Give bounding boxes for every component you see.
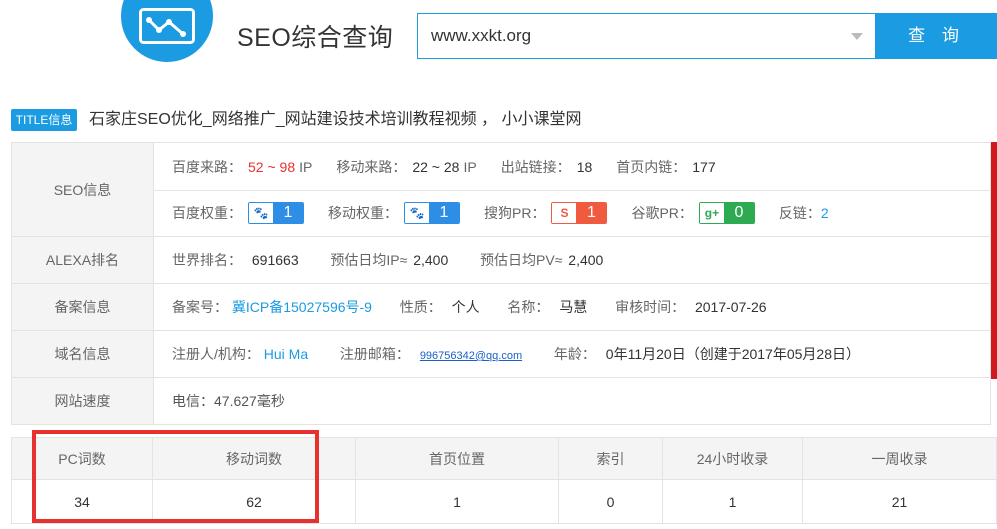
speed-label: 网站速度: [11, 377, 154, 425]
week-indexed-value: 21: [802, 479, 997, 524]
daily-ip-value: 2,400: [413, 252, 449, 268]
index-header: 索引: [558, 437, 663, 480]
mobile-weight-value: 1: [429, 203, 459, 223]
backlinks-label: 反链：: [778, 205, 821, 221]
mobile-traffic-unit: IP: [463, 158, 477, 175]
daily-ip-label: 预估日均IP≈: [330, 252, 408, 268]
search-box: [417, 13, 876, 59]
review-time-label: 审核时间：: [615, 299, 686, 315]
highlight-annotation-box: [32, 430, 319, 523]
icp-values: 备案号： 冀ICP备15027596号-9 性质： 个人 名称： 马慧 审核时间…: [153, 283, 991, 331]
sogou-pr-value: 1: [576, 203, 607, 223]
age-value: 0年11月20日（创建于2017年05月28日）: [605, 346, 860, 362]
age-label: 年龄：: [553, 346, 596, 362]
baidu-traffic-unit: IP: [299, 158, 313, 175]
world-rank-value: 691663: [251, 252, 299, 268]
mobile-weight-label: 移动权重：: [328, 205, 398, 221]
accent-bar: [991, 142, 997, 379]
mobile-weight-badge[interactable]: 🐾 1: [404, 202, 460, 224]
google-plus-icon: g+: [699, 203, 724, 223]
baidu-traffic-value: 52 ~ 98: [248, 158, 296, 175]
baidu-weight-badge[interactable]: 🐾 1: [248, 202, 304, 224]
domain-values: 注册人/机构： Hui Ma 注册邮箱： 996756342@qq.com 年龄…: [153, 330, 991, 378]
home-internal-links-value[interactable]: 177: [692, 159, 715, 175]
home-internal-links-label: 首页内链：: [616, 158, 687, 175]
baidu-weight-value: 1: [273, 203, 303, 223]
sogou-pr-label: 搜狗PR：: [484, 205, 546, 221]
backlinks-value[interactable]: 2: [821, 205, 829, 221]
seo-info-table: SEO信息 百度来路： 52 ~ 98 IP 移动来路： 22 ~ 28 IP …: [11, 142, 991, 425]
sogou-pr-badge[interactable]: S 1: [551, 202, 608, 224]
page-title-text: 石家庄SEO优化_网络推广_网站建设技术培训教程视频 ， 小小课堂网: [89, 111, 582, 128]
seo-info-label: SEO信息: [11, 142, 154, 237]
domain-label: 域名信息: [11, 330, 154, 378]
outbound-links-label: 出站链接：: [500, 158, 571, 175]
index-value: 0: [558, 479, 663, 524]
seo-info-values: 百度来路： 52 ~ 98 IP 移动来路： 22 ~ 28 IP 出站链接： …: [153, 142, 991, 237]
nature-value: 个人: [451, 299, 480, 315]
dropdown-caret-icon[interactable]: [851, 33, 863, 40]
baidu-paw-icon: 🐾: [405, 203, 429, 223]
name-value: 马慧: [559, 299, 588, 315]
speed-value: 电信：47.627毫秒: [153, 377, 991, 425]
title-info-tag: TITLE信息: [11, 109, 77, 131]
registrant-link[interactable]: Hui Ma: [264, 346, 308, 362]
world-rank-label: 世界排名：: [172, 252, 242, 268]
search-input[interactable]: [418, 14, 838, 58]
site-logo[interactable]: [121, 0, 213, 62]
google-pr-value: 0: [723, 203, 754, 223]
baidu-paw-icon: 🐾: [249, 203, 273, 223]
home-position-header: 首页位置: [355, 437, 559, 480]
icp-number-link[interactable]: 冀ICP备15027596号-9: [232, 299, 372, 315]
daily-pv-value: 2,400: [568, 252, 604, 268]
24h-indexed-header: 24小时收录: [662, 437, 803, 480]
chart-monitor-icon: [139, 8, 195, 44]
alexa-label: ALEXA排名: [11, 236, 154, 284]
mobile-traffic-value: 22 ~ 28: [412, 158, 460, 175]
home-position-value: 1: [355, 479, 559, 524]
registrant-label: 注册人/机构：: [172, 346, 260, 362]
mobile-traffic-label: 移动来路：: [336, 158, 407, 175]
24h-indexed-value: 1: [662, 479, 803, 524]
icp-number-label: 备案号：: [172, 299, 228, 315]
site-title: SEO综合查询: [237, 24, 394, 52]
review-time-value: 2017-07-26: [694, 299, 767, 315]
email-label: 注册邮箱：: [339, 346, 410, 362]
daily-pv-label: 预估日均PV≈: [480, 252, 563, 268]
alexa-values: 世界排名： 691663 预估日均IP≈ 2,400 预估日均PV≈ 2,400: [153, 236, 991, 284]
baidu-weight-label: 百度权重：: [172, 205, 242, 221]
google-pr-label: 谷歌PR：: [631, 205, 693, 221]
query-button[interactable]: 查 询: [876, 13, 997, 59]
email-link[interactable]: 996756342@qq.com: [420, 350, 522, 362]
google-pr-badge[interactable]: g+ 0: [698, 202, 755, 224]
baidu-traffic-label: 百度来路：: [172, 158, 242, 175]
name-label: 名称：: [507, 299, 550, 315]
outbound-links-value[interactable]: 18: [577, 159, 593, 175]
nature-label: 性质：: [399, 299, 442, 315]
sogou-icon: S: [552, 203, 577, 223]
icp-label: 备案信息: [11, 283, 154, 331]
week-indexed-header: 一周收录: [802, 437, 997, 480]
